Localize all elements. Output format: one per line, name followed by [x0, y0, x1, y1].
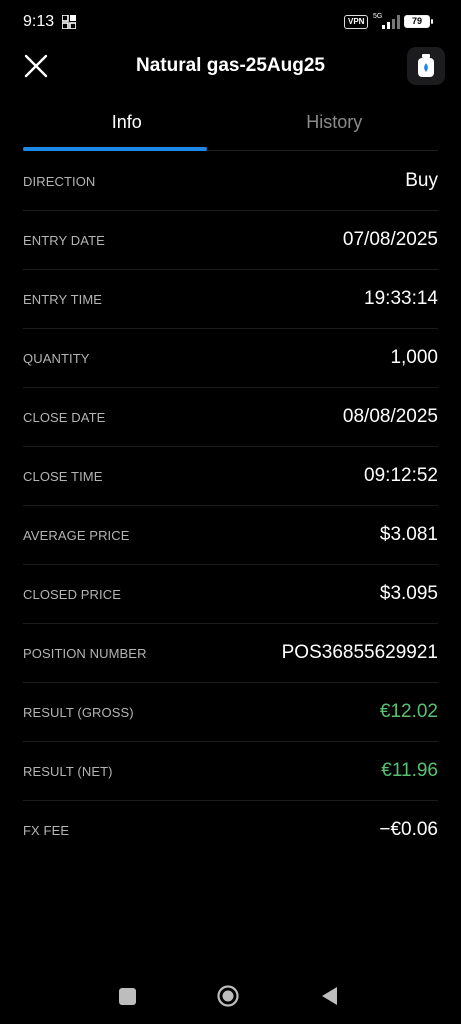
- back-icon[interactable]: [320, 986, 338, 1006]
- tab-history[interactable]: History: [231, 104, 439, 150]
- row-position-number: POSITION NUMBER POS36855629921: [23, 624, 438, 683]
- row-value: $3.081: [379, 524, 438, 545]
- row-closed-price: CLOSED PRICE $3.095: [23, 565, 438, 624]
- signal-icon: [382, 15, 400, 29]
- row-value: POS36855629921: [281, 642, 438, 663]
- row-label: ENTRY DATE: [23, 232, 105, 248]
- tab-info[interactable]: Info: [23, 104, 231, 150]
- row-label: ENTRY TIME: [23, 291, 103, 307]
- row-label: CLOSE DATE: [23, 409, 106, 425]
- tab-bar: Info History: [23, 104, 438, 151]
- recents-icon[interactable]: [119, 988, 136, 1005]
- row-value: 1,000: [390, 347, 438, 368]
- instrument-icon-button[interactable]: [407, 47, 445, 85]
- status-time: 9:13: [23, 13, 55, 30]
- row-label: POSITION NUMBER: [23, 645, 147, 661]
- page-title: Natural gas-25Aug25: [135, 55, 325, 76]
- row-label: FX FEE: [23, 822, 70, 838]
- row-value: Buy: [405, 170, 438, 191]
- row-label: AVERAGE PRICE: [23, 527, 130, 543]
- battery-indicator: 79: [404, 15, 433, 28]
- row-direction: DIRECTION Buy: [23, 152, 438, 211]
- row-entry-date: ENTRY DATE 07/08/2025: [23, 211, 438, 270]
- row-label: QUANTITY: [23, 350, 90, 366]
- vpn-badge: VPN: [344, 15, 369, 29]
- row-value: 07/08/2025: [342, 229, 438, 250]
- position-details-list: DIRECTION Buy ENTRY DATE 07/08/2025 ENTR…: [23, 152, 438, 859]
- row-value: €12.02: [379, 701, 438, 722]
- row-value: $3.095: [379, 583, 438, 604]
- system-navigation-bar: [0, 970, 461, 1024]
- row-quantity: QUANTITY 1,000: [23, 329, 438, 388]
- row-value: −€0.06: [379, 819, 438, 840]
- row-fx-fee: FX FEE −€0.06: [23, 801, 438, 859]
- row-value: 19:33:14: [364, 288, 438, 309]
- row-label: DIRECTION: [23, 173, 96, 189]
- row-label: CLOSE TIME: [23, 468, 103, 484]
- row-entry-time: ENTRY TIME 19:33:14: [23, 270, 438, 329]
- row-result-net: RESULT (NET) €11.96: [23, 742, 438, 801]
- row-result-gross: RESULT (GROSS) €12.02: [23, 683, 438, 742]
- row-value: 09:12:52: [364, 465, 438, 486]
- row-close-date: CLOSE DATE 08/08/2025: [23, 388, 438, 447]
- home-icon[interactable]: [217, 985, 239, 1007]
- gas-bottle-icon: [418, 54, 434, 77]
- qr-notification-icon: [62, 15, 76, 29]
- row-value: €11.96: [381, 760, 438, 781]
- row-label: RESULT (NET): [23, 763, 113, 779]
- row-label: RESULT (GROSS): [23, 704, 134, 720]
- row-average-price: AVERAGE PRICE $3.081: [23, 506, 438, 565]
- row-label: CLOSED PRICE: [23, 586, 122, 602]
- row-close-time: CLOSE TIME 09:12:52: [23, 447, 438, 506]
- row-value: 08/08/2025: [342, 406, 438, 427]
- status-bar: 9:13 VPN 5G 79: [0, 0, 461, 44]
- active-tab-indicator: [23, 147, 207, 151]
- network-type: 5G: [373, 13, 383, 20]
